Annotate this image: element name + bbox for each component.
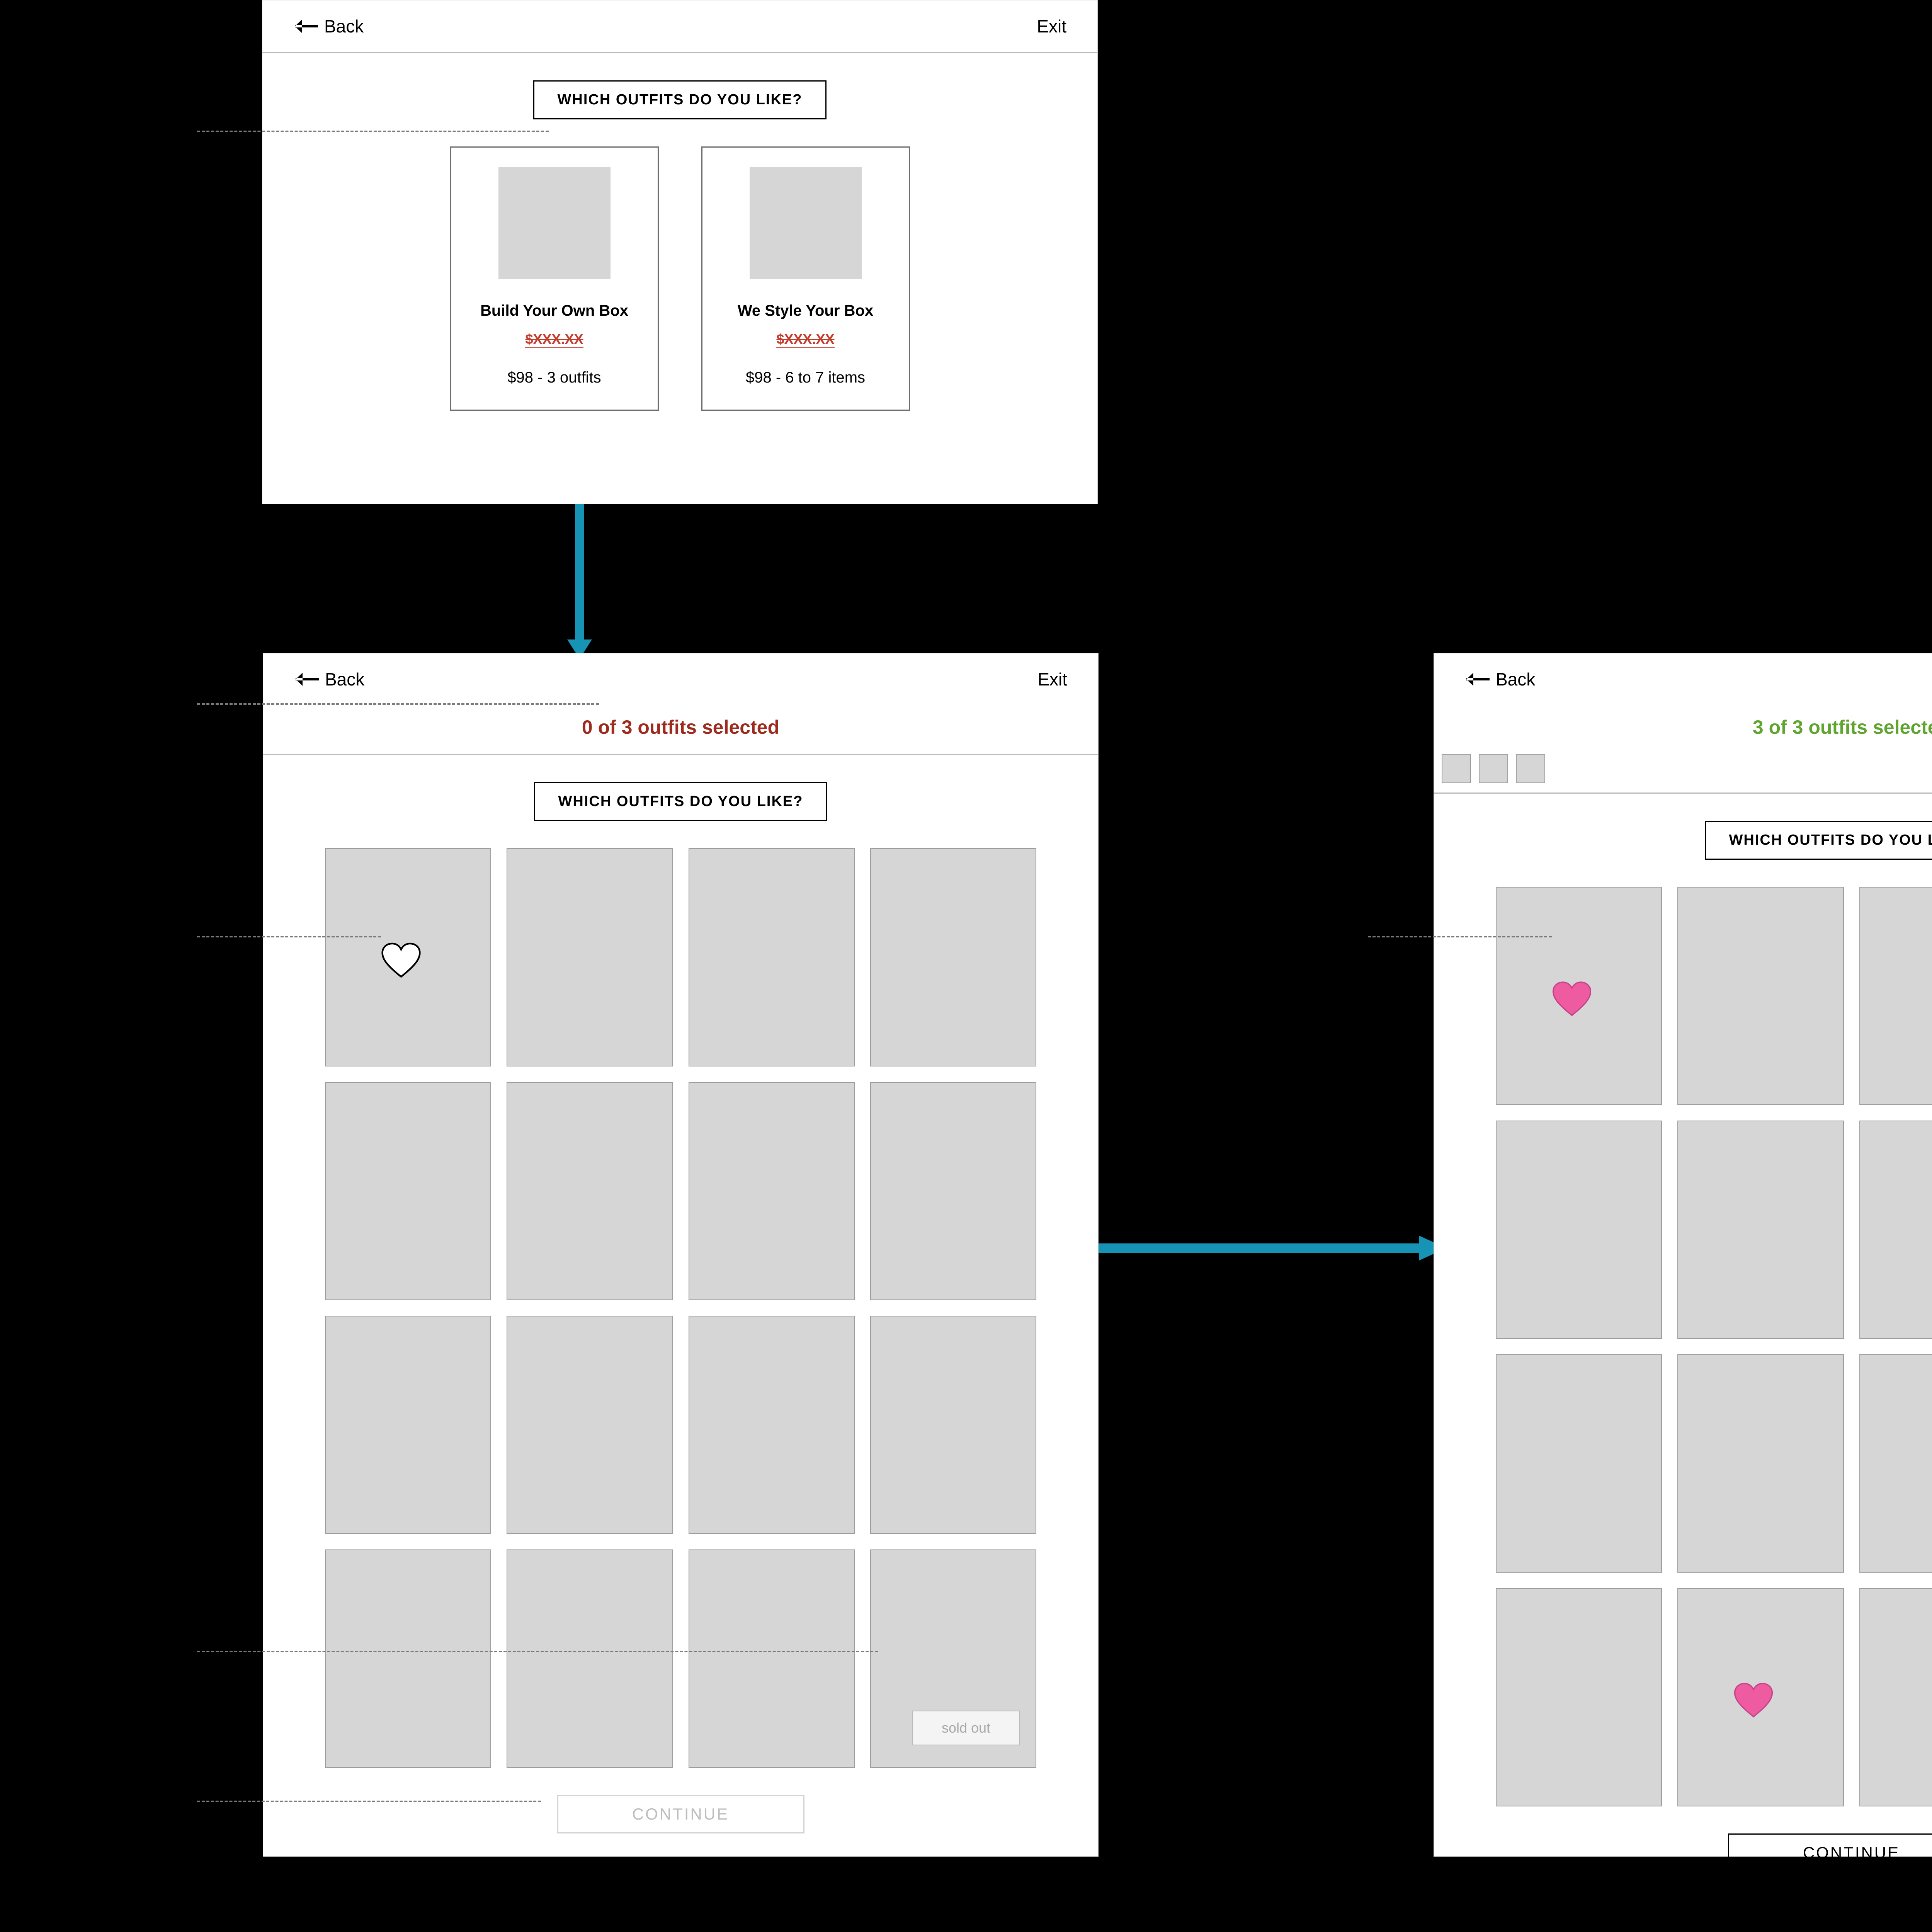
outfit-tile[interactable] bbox=[870, 848, 1036, 1066]
option-old-price: $XXX.XX bbox=[776, 331, 834, 348]
selected-thumbnail[interactable] bbox=[1516, 754, 1545, 783]
frame-select-outfits-completed: Back Exit 3 of 3 outfits selected WHICH … bbox=[1434, 653, 1932, 1857]
outfit-tile[interactable] bbox=[507, 1316, 673, 1534]
outfit-tile[interactable] bbox=[689, 1316, 855, 1534]
back-button[interactable]: Back bbox=[1465, 669, 1535, 690]
option-image-placeholder bbox=[750, 167, 862, 279]
continue-button-disabled: CONTINUE bbox=[557, 1795, 804, 1833]
outfit-grid: sold out bbox=[1496, 887, 1932, 1806]
outfit-tile: sold out bbox=[870, 1549, 1036, 1768]
outfit-tile[interactable] bbox=[1677, 1588, 1844, 1806]
option-name: Build Your Own Box bbox=[467, 302, 642, 320]
annotation-leader bbox=[197, 1801, 541, 1802]
topbar: Back Exit bbox=[263, 653, 1098, 705]
selected-thumbnail[interactable] bbox=[1442, 754, 1471, 783]
option-price-line: $98 - 6 to 7 items bbox=[718, 369, 893, 386]
option-build-your-own[interactable]: Build Your Own Box $XXX.XX $98 - 3 outfi… bbox=[450, 146, 659, 411]
outfit-tile[interactable] bbox=[1859, 887, 1932, 1105]
annotation-leader bbox=[197, 1651, 878, 1652]
heart-outline-icon[interactable] bbox=[380, 942, 422, 980]
arrow-left-icon bbox=[1465, 671, 1490, 687]
selected-thumbnails bbox=[1434, 754, 1932, 783]
outfit-tile[interactable] bbox=[507, 1082, 673, 1300]
selected-thumbnail[interactable] bbox=[1479, 754, 1508, 783]
outfit-tile[interactable] bbox=[325, 1549, 491, 1768]
topbar: Back Exit bbox=[1434, 653, 1932, 705]
option-image-placeholder bbox=[498, 167, 611, 279]
annotation-leader bbox=[197, 131, 549, 132]
outfit-tile[interactable] bbox=[689, 848, 855, 1066]
option-we-style[interactable]: We Style Your Box $XXX.XX $98 - 6 to 7 i… bbox=[701, 146, 910, 411]
outfit-tile[interactable] bbox=[325, 1082, 491, 1300]
annotation-leader bbox=[197, 703, 599, 705]
outfit-tile[interactable] bbox=[1859, 1588, 1932, 1806]
back-label: Back bbox=[325, 669, 364, 690]
selection-status: 0 of 3 outfits selected bbox=[263, 716, 1098, 738]
outfit-tile[interactable] bbox=[689, 1082, 855, 1300]
arrow-left-icon bbox=[294, 671, 319, 687]
outfit-tile[interactable] bbox=[1496, 1354, 1662, 1573]
outfit-tile[interactable] bbox=[1859, 1121, 1932, 1339]
outfit-tile[interactable] bbox=[1496, 887, 1662, 1105]
exit-button[interactable]: Exit bbox=[1037, 16, 1066, 37]
arrow-left-icon bbox=[293, 18, 318, 34]
option-old-price: $XXX.XX bbox=[525, 331, 583, 348]
flow-arrow-down bbox=[564, 504, 595, 659]
outfit-tile[interactable] bbox=[1496, 1121, 1662, 1339]
outfit-tile[interactable] bbox=[1677, 1354, 1844, 1573]
outfit-tile[interactable] bbox=[325, 848, 491, 1066]
continue-button[interactable]: CONTINUE bbox=[1728, 1833, 1932, 1872]
back-label: Back bbox=[324, 16, 364, 37]
heart-filled-icon[interactable] bbox=[1551, 980, 1593, 1019]
outfit-tile[interactable] bbox=[507, 848, 673, 1066]
page-title: WHICH OUTFITS DO YOU LIKE? bbox=[533, 80, 827, 119]
outfit-tile[interactable] bbox=[507, 1549, 673, 1768]
exit-button[interactable]: Exit bbox=[1037, 669, 1067, 690]
heart-filled-icon[interactable] bbox=[1732, 1682, 1775, 1720]
flow-arrow-right bbox=[1099, 1233, 1446, 1264]
outfit-grid: sold out bbox=[325, 848, 1036, 1768]
annotation-leader bbox=[1368, 936, 1552, 937]
option-price-line: $98 - 3 outfits bbox=[467, 369, 642, 386]
frame-select-outfits-initial: Back Exit 0 of 3 outfits selected WHICH … bbox=[263, 653, 1099, 1857]
outfit-tile[interactable] bbox=[1859, 1354, 1932, 1573]
page-title: WHICH OUTFITS DO YOU LIKE? bbox=[1705, 821, 1932, 860]
outfit-tile[interactable] bbox=[689, 1549, 855, 1768]
back-label: Back bbox=[1496, 669, 1535, 690]
page-title: WHICH OUTFITS DO YOU LIKE? bbox=[534, 782, 828, 821]
topbar: Back Exit bbox=[262, 0, 1097, 52]
outfit-tile[interactable] bbox=[325, 1316, 491, 1534]
outfit-tile[interactable] bbox=[1677, 1121, 1844, 1339]
selection-status: 3 of 3 outfits selected bbox=[1434, 716, 1932, 738]
sold-out-badge: sold out bbox=[912, 1711, 1020, 1745]
frame-choose-box: Back Exit WHICH OUTFITS DO YOU LIKE? Bui… bbox=[262, 0, 1098, 504]
option-name: We Style Your Box bbox=[718, 302, 893, 320]
back-button[interactable]: Back bbox=[293, 16, 364, 37]
annotation-leader bbox=[197, 936, 381, 937]
outfit-tile[interactable] bbox=[870, 1082, 1036, 1300]
outfit-tile[interactable] bbox=[870, 1316, 1036, 1534]
outfit-tile[interactable] bbox=[1677, 887, 1844, 1105]
outfit-tile[interactable] bbox=[1496, 1588, 1662, 1806]
back-button[interactable]: Back bbox=[294, 669, 364, 690]
